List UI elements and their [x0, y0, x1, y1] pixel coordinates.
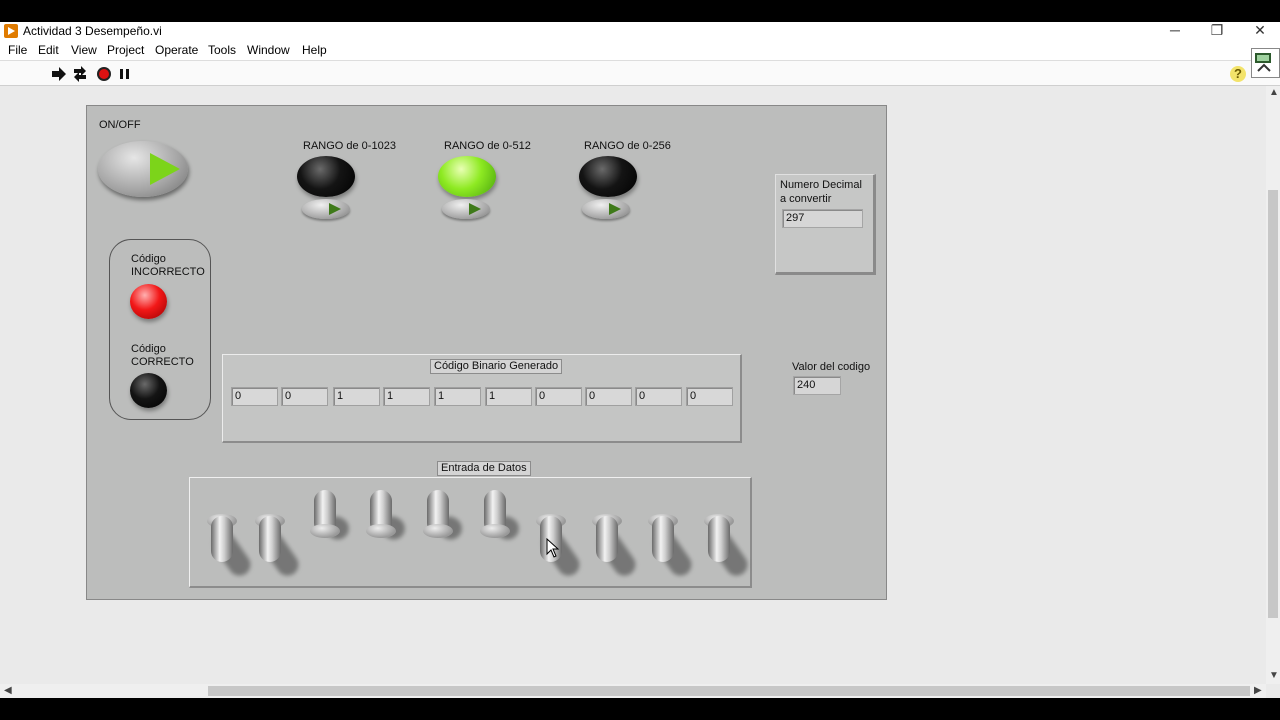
toggle-lever	[211, 516, 233, 562]
data-entry-title: Entrada de Datos	[437, 461, 531, 476]
close-button[interactable]: ✕	[1238, 22, 1280, 40]
range-256-led	[579, 156, 637, 197]
data-entry-cluster	[189, 477, 752, 588]
toolbar: ?	[0, 60, 1280, 86]
incorrect-label-line1: Código	[131, 253, 166, 265]
toggle-switch-3[interactable]	[366, 486, 409, 576]
scroll-up-arrow-icon[interactable]: ▲	[1269, 87, 1279, 98]
bit-indicator-0: 0	[231, 387, 278, 406]
toggle-base	[310, 524, 340, 538]
menu-view[interactable]: View	[71, 43, 97, 57]
window-title: Actividad 3 Desempeño.vi	[23, 24, 162, 38]
correct-led	[130, 373, 167, 408]
scroll-right-arrow-icon[interactable]: ▶	[1254, 685, 1262, 696]
vertical-scroll-thumb[interactable]	[1268, 190, 1278, 618]
toggle-switch-1[interactable]	[255, 486, 303, 580]
incorrect-label-line2: INCORRECTO	[131, 266, 205, 278]
play-icon	[329, 203, 341, 215]
range-1023-led	[297, 156, 355, 197]
onoff-button[interactable]	[98, 141, 188, 197]
bit-indicator-2: 1	[333, 387, 380, 406]
menu-window[interactable]: Window	[247, 43, 290, 57]
menu-bar: File Edit View Project Operate Tools Win…	[0, 40, 1280, 60]
decimal-label-line2: a convertir	[780, 193, 832, 205]
decimal-control-box: Numero Decimal a convertir 297	[775, 174, 876, 275]
horizontal-scrollbar[interactable]: ◀ ▶	[0, 684, 1266, 698]
correct-label-line1: Código	[131, 343, 166, 355]
bit-indicator-3: 1	[383, 387, 430, 406]
vertical-scrollbar[interactable]: ▲ ▼	[1266, 86, 1280, 684]
horizontal-scroll-thumb[interactable]	[208, 686, 1250, 696]
context-help-button[interactable]: ?	[1230, 66, 1246, 82]
range-256-label: RANGO de 0-256	[584, 140, 671, 152]
toggle-switch-0[interactable]	[207, 486, 255, 580]
title-bar: Actividad 3 Desempeño.vi ─ ❐ ✕	[0, 22, 1280, 40]
toggle-switch-4[interactable]	[423, 486, 466, 576]
toggle-switch-2[interactable]	[310, 486, 353, 576]
range-512-led	[438, 156, 496, 197]
bit-indicator-5: 1	[485, 387, 532, 406]
toggle-switch-6[interactable]	[536, 486, 584, 580]
toggle-switch-9[interactable]	[704, 486, 752, 580]
front-panel: ON/OFF RANGO de 0-1023 RANGO de 0-512 RA…	[86, 105, 887, 600]
vi-connector-icon[interactable]	[1251, 48, 1280, 78]
toggle-lever	[596, 516, 618, 562]
toggle-lever	[652, 516, 674, 562]
toggle-switch-8[interactable]	[648, 486, 696, 580]
toggle-lever	[708, 516, 730, 562]
mouse-cursor-icon	[546, 538, 560, 558]
menu-edit[interactable]: Edit	[38, 43, 59, 57]
binary-cluster-title: Código Binario Generado	[430, 359, 563, 374]
bit-indicator-6: 0	[535, 387, 582, 406]
code-value-indicator: 240	[793, 376, 841, 395]
play-icon	[609, 203, 621, 215]
toggle-lever	[259, 516, 281, 562]
restore-button[interactable]: ❐	[1195, 22, 1239, 40]
scroll-down-arrow-icon[interactable]: ▼	[1269, 670, 1279, 681]
toggle-switch-5[interactable]	[480, 486, 523, 576]
screen: Actividad 3 Desempeño.vi ─ ❐ ✕ File Edit…	[0, 0, 1280, 720]
menu-tools[interactable]: Tools	[208, 43, 236, 57]
run-continuously-icon[interactable]	[72, 66, 88, 82]
menu-file[interactable]: File	[8, 43, 27, 57]
range-256-button[interactable]	[582, 199, 630, 219]
decimal-label-line1: Numero Decimal	[780, 179, 862, 191]
range-512-button[interactable]	[442, 199, 490, 219]
range-512-label: RANGO de 0-512	[444, 140, 531, 152]
minimize-button[interactable]: ─	[1153, 22, 1197, 40]
menu-help[interactable]: Help	[302, 43, 327, 57]
bit-indicator-7: 0	[585, 387, 632, 406]
bit-indicator-9: 0	[686, 387, 733, 406]
decimal-input[interactable]: 297	[782, 209, 863, 228]
toggle-base	[423, 524, 453, 538]
range-1023-button[interactable]	[302, 199, 350, 219]
toggle-switch-7[interactable]	[592, 486, 640, 580]
toggle-base	[480, 524, 510, 538]
range-1023-label: RANGO de 0-1023	[303, 140, 396, 152]
binary-code-cluster: Código Binario Generado 0 0 1 1 1 1 0 0 …	[222, 354, 742, 443]
onoff-label: ON/OFF	[99, 119, 141, 131]
run-arrow-icon[interactable]	[51, 66, 67, 82]
abort-icon[interactable]	[96, 66, 112, 82]
toggle-base	[366, 524, 396, 538]
menu-project[interactable]: Project	[107, 43, 144, 57]
pause-icon[interactable]	[117, 66, 133, 82]
labview-app-icon	[4, 24, 18, 38]
scroll-left-arrow-icon[interactable]: ◀	[4, 685, 12, 696]
status-cluster: Código INCORRECTO Código CORRECTO	[109, 239, 211, 420]
bit-indicator-1: 0	[281, 387, 328, 406]
incorrect-led	[130, 284, 167, 319]
bit-indicator-8: 0	[635, 387, 682, 406]
play-icon	[469, 203, 481, 215]
bit-indicator-4: 1	[434, 387, 481, 406]
menu-operate[interactable]: Operate	[155, 43, 198, 57]
vi-window: Actividad 3 Desempeño.vi ─ ❐ ✕ File Edit…	[0, 22, 1280, 698]
code-value-label: Valor del codigo	[792, 361, 871, 373]
correct-label-line2: CORRECTO	[131, 356, 194, 368]
play-icon	[150, 153, 180, 185]
